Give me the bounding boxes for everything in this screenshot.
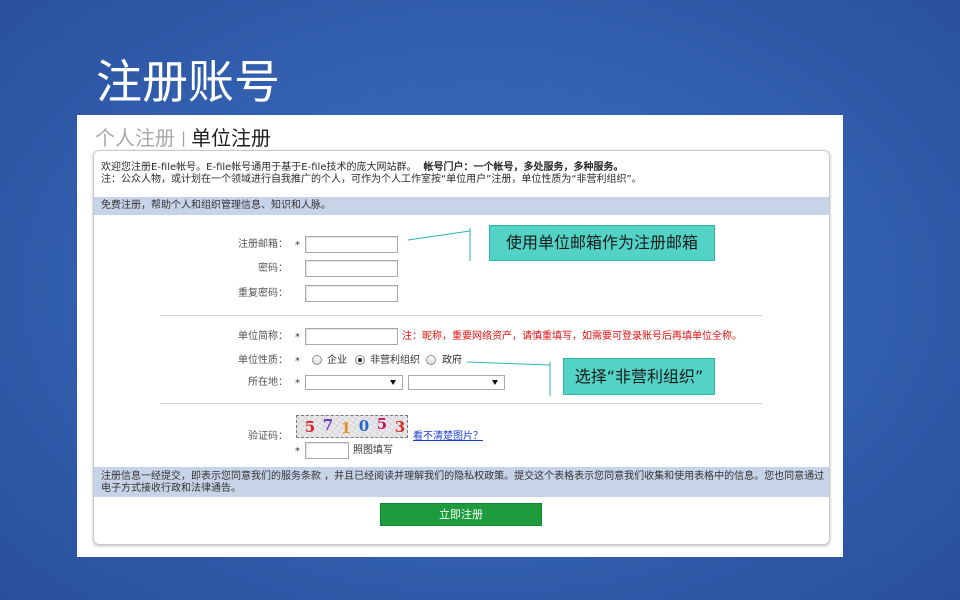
section-divider — [160, 315, 762, 316]
section-divider — [160, 403, 762, 404]
required-mark: * — [295, 332, 300, 343]
dropdown-arrow-icon — [390, 380, 396, 385]
required-mark: * — [295, 446, 300, 457]
captcha-hint: 照图填写 — [353, 445, 393, 456]
tab-separator: | — [181, 129, 187, 147]
radio-nonprofit[interactable] — [355, 355, 365, 365]
tab-organization-registration[interactable]: 单位注册 — [191, 126, 271, 150]
dropdown-arrow-icon — [492, 380, 498, 385]
intro-slogan: 帐号门户：一个帐号，多处服务，多种服务。 — [423, 162, 624, 173]
slide-title: 注册账号 — [96, 55, 280, 109]
required-mark: * — [295, 378, 300, 389]
city-select[interactable] — [408, 375, 505, 390]
org-type-row: 单位性质： * 企业 非营利组织 政府 — [94, 352, 829, 369]
radio-enterprise[interactable] — [312, 355, 322, 365]
captcha-input-row: * 照图填写 — [94, 442, 829, 459]
radio-government[interactable] — [426, 355, 436, 365]
org-short-name-note: 注：昵称，重要网络资产，请慎重填写，如需要可登录账号后再填单位全称。 — [402, 331, 742, 342]
required-mark: * — [295, 240, 300, 251]
intro-note: 注：公众人物，或计划在一个领域进行自我推广的个人，可作为个人工作室按“单位用户”… — [101, 174, 642, 185]
registration-panel: 个人注册 | 单位注册 欢迎您注册E-file帐号。E-file帐号通用于基于E-f… — [77, 115, 843, 557]
tab-personal-registration[interactable]: 个人注册 — [95, 126, 175, 150]
org-short-name-row: 单位简称： * 注：昵称，重要网络资产，请慎重填写，如需要可登录账号后再填单位全… — [94, 328, 829, 345]
password-label: 密码： — [258, 263, 288, 274]
location-label: 所在地： — [248, 377, 288, 388]
email-label: 注册邮箱： — [238, 239, 288, 250]
terms-notice: 注册信息一经提交，即表示您同意我们的服务条款 ，并且已经阅读并理解我们的隐私权政… — [94, 467, 829, 497]
password-confirm-row: 重复密码： — [94, 285, 829, 302]
radio-government-label[interactable]: 政府 — [442, 352, 462, 369]
callout-email-tip: 使用单位邮箱作为注册邮箱 — [489, 225, 715, 261]
password-confirm-input[interactable] — [305, 285, 398, 302]
password-row: 密码： — [94, 260, 829, 277]
location-row: 所在地： * — [94, 374, 829, 391]
captcha-input[interactable] — [305, 442, 349, 459]
email-input[interactable] — [305, 236, 398, 253]
radio-nonprofit-label[interactable]: 非营利组织 — [370, 352, 420, 369]
email-row: 注册邮箱： * — [94, 236, 829, 253]
intro-welcome: 欢迎您注册E-file帐号。E-file帐号通用于基于E-file技术的庞大网站… — [101, 162, 623, 174]
registration-form: 欢迎您注册E-file帐号。E-file帐号通用于基于E-file技术的庞大网站… — [93, 150, 830, 545]
register-button[interactable]: 立即注册 — [380, 503, 542, 526]
org-short-name-label: 单位简称： — [238, 331, 288, 342]
info-banner: 免费注册，帮助个人和组织管理信息、知识和人脉。 — [94, 197, 829, 215]
org-short-name-input[interactable] — [305, 328, 398, 345]
required-mark: * — [295, 356, 300, 367]
org-type-label: 单位性质： — [238, 355, 288, 366]
radio-enterprise-label[interactable]: 企业 — [327, 352, 347, 369]
password-input[interactable] — [305, 260, 398, 277]
intro-welcome-text: 欢迎您注册E-file帐号。E-file帐号通用于基于E-file技术的庞大网站… — [101, 162, 417, 173]
callout-org-type-tip: 选择“非营利组织” — [563, 358, 715, 395]
province-select[interactable] — [305, 375, 403, 390]
registration-tabs: 个人注册 | 单位注册 — [95, 126, 271, 150]
password-confirm-label: 重复密码： — [238, 288, 288, 299]
